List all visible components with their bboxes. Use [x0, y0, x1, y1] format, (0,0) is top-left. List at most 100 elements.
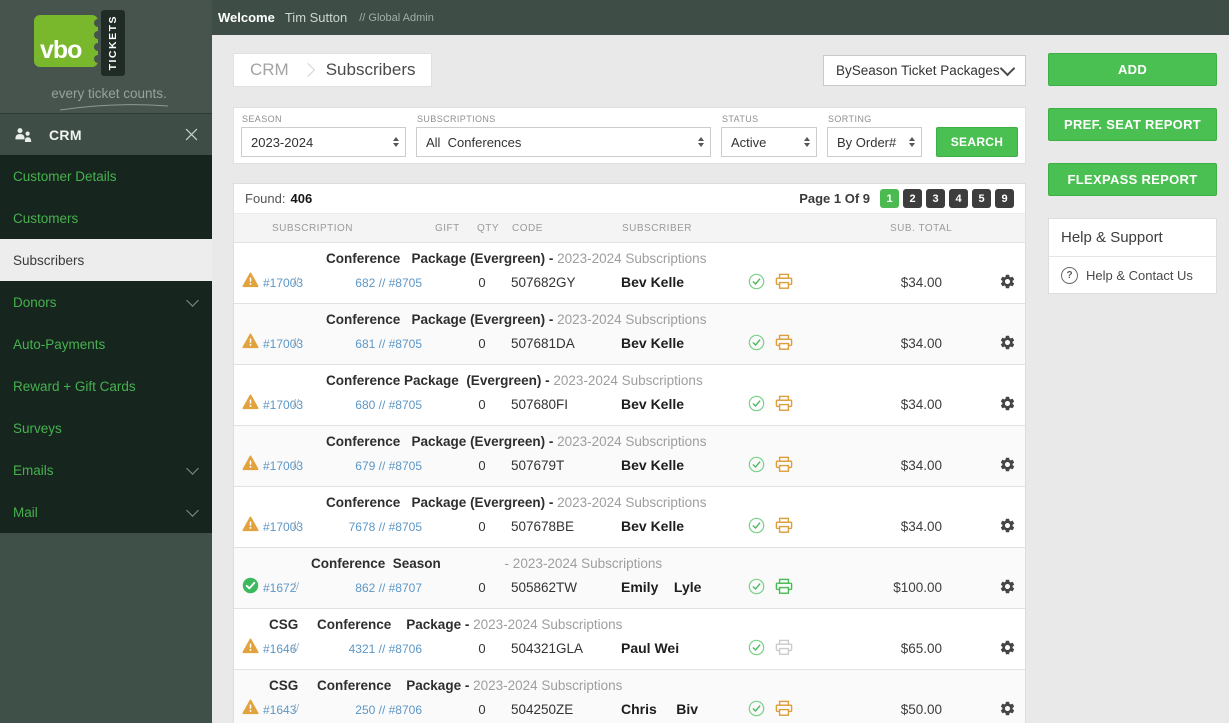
subtotal-value: $34.00: [819, 458, 942, 473]
table-row: Conference Package (Evergreen) - 2023-20…: [234, 487, 1025, 548]
page-button-5[interactable]: 5: [972, 189, 991, 208]
sidebar-item-label: Customers: [13, 211, 197, 226]
sidebar-item-surveys[interactable]: Surveys: [0, 407, 212, 449]
subscription-link[interactable]: 682 // #8705: [328, 276, 422, 290]
page-button-1[interactable]: 1: [880, 189, 899, 208]
separator: //: [293, 703, 299, 715]
brand-area: vbo TICKETS every ticket counts.: [0, 0, 212, 113]
printer-icon[interactable]: [775, 334, 793, 351]
subscription-link[interactable]: 250 // #8706: [328, 703, 422, 717]
subscription-title-package: Conference Package (Evergreen) -: [326, 434, 557, 449]
separator: //: [293, 459, 299, 471]
printer-icon[interactable]: [775, 456, 793, 473]
view-type-value: BySeason Ticket Packages: [836, 63, 1000, 78]
subscriptions-select[interactable]: All Conferences: [416, 127, 711, 157]
sorting-select[interactable]: By Order#: [827, 127, 922, 157]
page-button-2[interactable]: 2: [903, 189, 922, 208]
subscription-title-package: Conference Package (Evergreen) -: [326, 251, 557, 266]
season-label: SEASON: [242, 114, 406, 124]
subscriptions-field: SUBSCRIPTIONS All Conferences: [416, 114, 711, 157]
subscription-link[interactable]: 7678 // #8705: [328, 520, 422, 534]
sidebar-item-donors[interactable]: Donors: [0, 281, 212, 323]
pref-seat-report-button[interactable]: PREF. SEAT REPORT: [1048, 108, 1217, 141]
subscription-link[interactable]: 680 // #8705: [328, 398, 422, 412]
status-select[interactable]: Active: [721, 127, 817, 157]
printer-icon[interactable]: [775, 639, 793, 656]
table-row: Conference Season - 2023-2024 Subscripti…: [234, 548, 1025, 609]
code-value: 507678BE: [511, 519, 574, 534]
flexpass-report-button[interactable]: FLEXPASS REPORT: [1048, 163, 1217, 196]
help-link-label: Help & Contact Us: [1086, 268, 1193, 283]
gear-icon[interactable]: [999, 517, 1016, 534]
brand-tagline: every ticket counts.: [26, 86, 192, 101]
order-link[interactable]: #1646: [263, 642, 296, 656]
subscription-row: #17003//681 // #87050507681DABev Kelle $…: [234, 328, 1025, 362]
page-button-9[interactable]: 9: [995, 189, 1014, 208]
subscription-link[interactable]: 679 // #8705: [328, 459, 422, 473]
subscriber-name: Paul Wei: [621, 640, 679, 656]
warning-icon: [242, 272, 259, 288]
sidebar-item-auto-payments[interactable]: Auto-Payments: [0, 323, 212, 365]
code-value: 507679T: [511, 458, 564, 473]
user-name[interactable]: Tim Sutton: [285, 10, 347, 25]
help-panel: Help & Support ? Help & Contact Us: [1048, 218, 1217, 294]
code-value: 507680FI: [511, 397, 568, 412]
sidebar-item-label: Donors: [13, 295, 188, 310]
order-link[interactable]: #1643: [263, 703, 296, 717]
printer-icon[interactable]: [775, 517, 793, 534]
printer-icon[interactable]: [775, 578, 793, 595]
breadcrumb-parent[interactable]: CRM: [250, 60, 289, 80]
gear-icon[interactable]: [999, 639, 1016, 656]
column-gift: GIFT: [435, 223, 460, 234]
warning-icon: [242, 455, 259, 471]
sidebar-item-reward-gift-cards[interactable]: Reward + Gift Cards: [0, 365, 212, 407]
qty-value: 0: [472, 336, 492, 351]
close-icon[interactable]: [185, 128, 198, 141]
qty-value: 0: [472, 275, 492, 290]
page-button-3[interactable]: 3: [926, 189, 945, 208]
gear-icon[interactable]: [999, 700, 1016, 717]
view-type-select[interactable]: BySeason Ticket Packages: [823, 55, 1026, 86]
gear-icon[interactable]: [999, 578, 1016, 595]
gear-icon[interactable]: [999, 456, 1016, 473]
subtotal-value: $34.00: [819, 336, 942, 351]
help-contact-link[interactable]: ? Help & Contact Us: [1049, 257, 1216, 293]
sidebar-item-customer-details[interactable]: Customer Details: [0, 155, 212, 197]
found-count: 406: [290, 191, 312, 206]
subscription-row: #17003//7678 // #87050507678BEBev Kelle …: [234, 511, 1025, 545]
gear-icon[interactable]: [999, 334, 1016, 351]
season-select[interactable]: 2023-2024: [241, 127, 406, 157]
chevron-down-icon: [186, 294, 199, 307]
subscription-title-package: Conference Package (Evergreen) -: [326, 373, 553, 388]
subscription-link[interactable]: 862 // #8707: [328, 581, 422, 595]
subtotal-value: $50.00: [819, 702, 942, 717]
warning-icon: [242, 333, 259, 349]
printer-icon[interactable]: [775, 395, 793, 412]
gear-icon[interactable]: [999, 273, 1016, 290]
order-link[interactable]: #1672: [263, 581, 296, 595]
separator: //: [293, 337, 299, 349]
table-row: Conference Package (Evergreen) - 2023-20…: [234, 365, 1025, 426]
subscription-link[interactable]: 681 // #8705: [328, 337, 422, 351]
add-button[interactable]: ADD: [1048, 53, 1217, 86]
sidebar-item-emails[interactable]: Emails: [0, 449, 212, 491]
sidebar-item-mail[interactable]: Mail: [0, 491, 212, 533]
sidebar-item-label: Mail: [13, 505, 188, 520]
printer-icon[interactable]: [775, 273, 793, 290]
subscriber-name: Bev Kelle: [621, 335, 684, 351]
qty-value: 0: [472, 458, 492, 473]
status-label: STATUS: [722, 114, 817, 124]
table-row: CSG Conference Package - 2023-2024 Subsc…: [234, 670, 1025, 723]
separator: //: [293, 581, 299, 593]
check-circle-icon: [748, 334, 765, 351]
gear-icon[interactable]: [999, 395, 1016, 412]
subscription-title: Conference Package (Evergreen) - 2023-20…: [234, 487, 1025, 511]
sidebar-item-subscribers[interactable]: Subscribers: [0, 239, 212, 281]
subscription-link[interactable]: 4321 // #8706: [328, 642, 422, 656]
printer-icon[interactable]: [775, 700, 793, 717]
help-panel-title: Help & Support: [1049, 219, 1216, 257]
sidebar-item-customers[interactable]: Customers: [0, 197, 212, 239]
search-button[interactable]: SEARCH: [936, 127, 1018, 157]
page-button-4[interactable]: 4: [949, 189, 968, 208]
qty-value: 0: [472, 580, 492, 595]
